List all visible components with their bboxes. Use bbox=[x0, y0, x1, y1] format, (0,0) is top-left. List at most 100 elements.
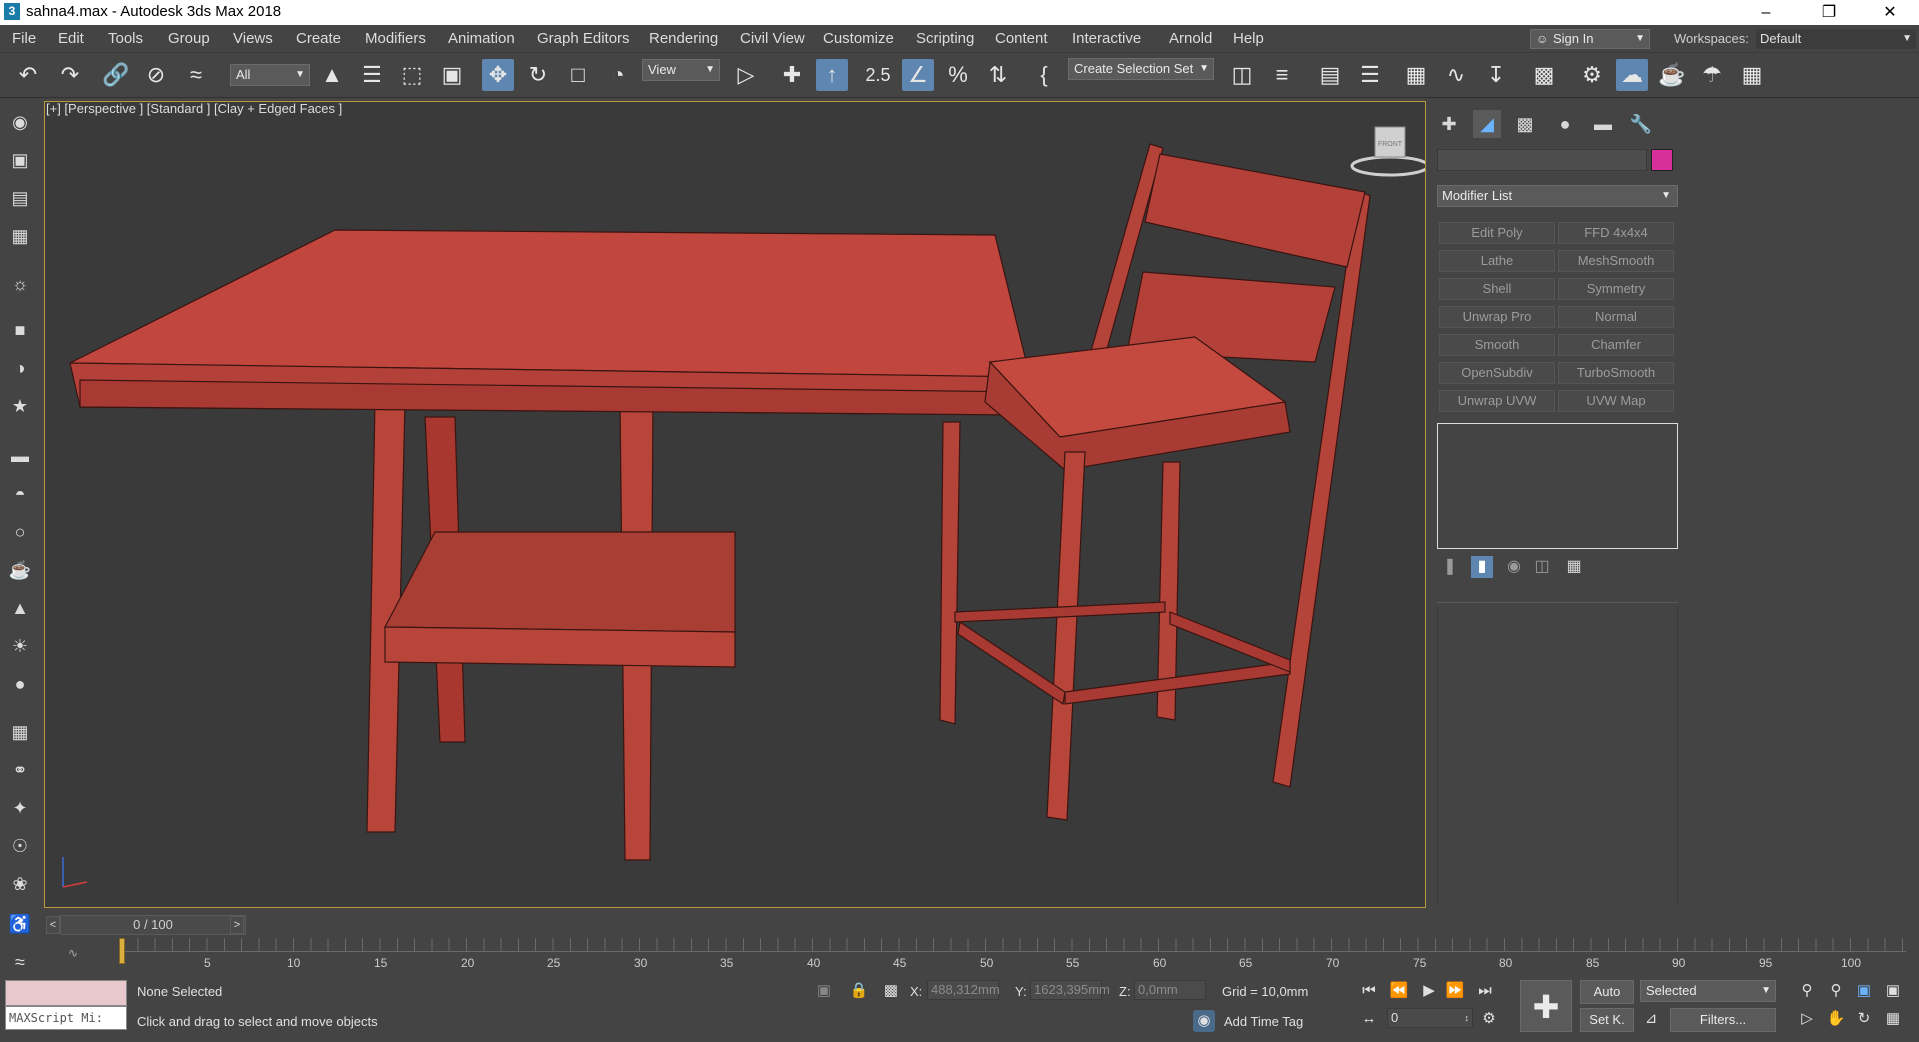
absolute-mode-icon[interactable]: ▩ bbox=[880, 980, 902, 1002]
object-color-swatch[interactable] bbox=[1651, 149, 1673, 171]
go-to-end-icon[interactable]: ⏭ bbox=[1474, 980, 1496, 1002]
menu-graph-editors[interactable]: Graph Editors bbox=[537, 30, 630, 47]
cone-icon[interactable]: ▲ bbox=[6, 594, 34, 622]
helper-icon[interactable]: ◑ bbox=[6, 354, 34, 382]
particle-icon[interactable]: ★ bbox=[6, 392, 34, 420]
rendered-frame-window-icon[interactable]: ☁ bbox=[1616, 59, 1648, 91]
select-and-rotate-icon[interactable]: ↻ bbox=[522, 59, 554, 91]
select-and-move-icon[interactable]: ✥ bbox=[482, 59, 514, 91]
maxscript-listener-top[interactable] bbox=[5, 980, 127, 1006]
modifier-button-normal[interactable]: Normal bbox=[1558, 306, 1674, 328]
undo-icon[interactable]: ↶ bbox=[12, 59, 44, 91]
selection-filter-dropdown[interactable]: All ▼ bbox=[230, 64, 310, 86]
plant-icon[interactable]: ❀ bbox=[6, 870, 34, 898]
document-icon[interactable]: ▤ bbox=[6, 184, 34, 212]
pivot-center-icon[interactable]: ▷ bbox=[730, 59, 762, 91]
time-slider[interactable]: 0 / 100 bbox=[60, 915, 246, 935]
motion-tab-icon[interactable]: ● bbox=[1551, 110, 1579, 138]
selection-lock-icon[interactable]: ↑ bbox=[816, 59, 848, 91]
modifier-button-unwrap-uvw[interactable]: Unwrap UVW bbox=[1439, 390, 1555, 412]
modifier-button-unwrap-pro[interactable]: Unwrap Pro bbox=[1439, 306, 1555, 328]
modifier-button-ffd[interactable]: FFD 4x4x4 bbox=[1558, 222, 1674, 244]
modifier-button-opensubdiv[interactable]: OpenSubdiv bbox=[1439, 362, 1555, 384]
menu-file[interactable]: File bbox=[12, 30, 36, 47]
keyboard-shortcut-override-icon[interactable]: ✚ bbox=[776, 59, 808, 91]
mirror-icon[interactable]: ◫ bbox=[1226, 59, 1258, 91]
perspective-viewport[interactable]: FRONT bbox=[44, 101, 1426, 908]
menu-scripting[interactable]: Scripting bbox=[916, 30, 974, 47]
mesh-icon[interactable]: ▦ bbox=[6, 718, 34, 746]
select-and-scale-icon[interactable]: □ bbox=[562, 59, 594, 91]
hemisphere-icon[interactable]: ◓ bbox=[6, 480, 34, 508]
hierarchy-tab-icon[interactable]: ▩ bbox=[1511, 110, 1539, 138]
link-icon[interactable]: 🔗 bbox=[100, 59, 132, 91]
auto-key-button[interactable]: Auto bbox=[1580, 980, 1634, 1004]
next-frame-button[interactable]: > bbox=[230, 916, 244, 934]
modify-tab-icon[interactable]: ◢ bbox=[1473, 110, 1501, 138]
object-name-field[interactable] bbox=[1437, 149, 1647, 171]
window-crossing-icon[interactable]: ▣ bbox=[436, 59, 468, 91]
curve-editor-icon[interactable]: ∿ bbox=[1440, 59, 1472, 91]
key-filter-selected-dropdown[interactable]: Selected ▼ bbox=[1640, 980, 1776, 1002]
modifier-button-edit-poly[interactable]: Edit Poly bbox=[1439, 222, 1555, 244]
bind-space-warp-icon[interactable]: ≈ bbox=[180, 59, 212, 91]
menu-interactive[interactable]: Interactive bbox=[1072, 30, 1141, 47]
modifier-button-shell[interactable]: Shell bbox=[1439, 278, 1555, 300]
wireframe-icon[interactable]: ✦ bbox=[6, 794, 34, 822]
modifier-button-lathe[interactable]: Lathe bbox=[1439, 250, 1555, 272]
spinner-icon[interactable]: ↕ bbox=[1465, 1009, 1470, 1027]
redo-icon[interactable]: ↷ bbox=[54, 59, 86, 91]
workspace-dropdown[interactable]: Default ▼ bbox=[1756, 29, 1916, 49]
plane-icon[interactable]: ▬ bbox=[6, 442, 34, 470]
render-setup-icon[interactable]: ⚙ bbox=[1576, 59, 1608, 91]
menu-rendering[interactable]: Rendering bbox=[649, 30, 718, 47]
grid-icon[interactable]: ▦ bbox=[6, 222, 34, 250]
angle-snap-icon[interactable]: ∠ bbox=[902, 59, 934, 91]
close-button[interactable]: ✕ bbox=[1867, 0, 1913, 25]
isolate-selection-icon[interactable]: ▣ bbox=[813, 980, 835, 1002]
menu-content[interactable]: Content bbox=[995, 30, 1048, 47]
modifier-list-dropdown[interactable]: Modifier List ▼ bbox=[1437, 185, 1678, 207]
modifier-button-smooth[interactable]: Smooth bbox=[1439, 334, 1555, 356]
render-production-icon[interactable]: ☕ bbox=[1656, 59, 1688, 91]
render-iterative-icon[interactable]: ☂ bbox=[1696, 59, 1728, 91]
walk-icon[interactable]: ♿ bbox=[6, 910, 34, 938]
menu-create[interactable]: Create bbox=[296, 30, 341, 47]
zoom-extents-icon[interactable]: ▣ bbox=[1853, 980, 1875, 1002]
x-coordinate-field[interactable]: 488,312mm bbox=[927, 980, 1000, 1000]
menu-animation[interactable]: Animation bbox=[448, 30, 515, 47]
time-tag-icon[interactable]: ◉ bbox=[1193, 1010, 1215, 1032]
show-end-result-icon[interactable]: ▮ bbox=[1471, 556, 1493, 578]
prev-frame-button[interactable]: < bbox=[46, 916, 60, 934]
sun-icon[interactable]: ☀ bbox=[6, 632, 34, 660]
add-time-tag[interactable]: Add Time Tag bbox=[1224, 1014, 1303, 1029]
maximize-button[interactable]: ❐ bbox=[1806, 0, 1852, 25]
select-by-name-icon[interactable]: ☰ bbox=[356, 59, 388, 91]
maxscript-input[interactable]: MAXScript Mi: bbox=[5, 1006, 127, 1030]
layer-explorer-icon[interactable]: ☰ bbox=[1354, 59, 1386, 91]
viewport-icon[interactable]: ◉ bbox=[6, 108, 34, 136]
rectangular-selection-icon[interactable]: ⬚ bbox=[396, 59, 428, 91]
play-icon[interactable]: ▶ bbox=[1418, 980, 1440, 1002]
menu-views[interactable]: Views bbox=[233, 30, 273, 47]
track-bar[interactable]: ∿ 5 10 15 20 25 30 35 40 45 50 55 60 65 … bbox=[44, 938, 1919, 970]
field-of-view-icon[interactable]: ▷ bbox=[1796, 1008, 1818, 1030]
set-key-button[interactable]: Set K. bbox=[1580, 1008, 1634, 1032]
make-unique-icon[interactable]: ◉ bbox=[1503, 556, 1525, 578]
go-to-start-icon[interactable]: ⏮ bbox=[1358, 980, 1380, 1002]
select-object-icon[interactable]: ▲ bbox=[316, 59, 348, 91]
modifier-button-uvw-map[interactable]: UVW Map bbox=[1558, 390, 1674, 412]
remove-modifier-icon[interactable]: ◫ bbox=[1531, 556, 1553, 578]
zoom-all-icon[interactable]: ⚲ bbox=[1825, 980, 1847, 1002]
unlink-icon[interactable]: ⊘ bbox=[140, 59, 172, 91]
zoom-icon[interactable]: ⚲ bbox=[1796, 980, 1818, 1002]
reference-coordinate-dropdown[interactable]: View ▼ bbox=[642, 59, 720, 81]
utilities-tab-icon[interactable]: 🔧 bbox=[1627, 110, 1655, 138]
menu-tools[interactable]: Tools bbox=[108, 30, 143, 47]
light-icon[interactable]: ☼ bbox=[6, 270, 34, 298]
render-cloud-icon[interactable]: ▦ bbox=[1736, 59, 1768, 91]
maximize-viewport-icon[interactable]: ▦ bbox=[1882, 1008, 1904, 1030]
globe-icon[interactable]: ☉ bbox=[6, 832, 34, 860]
ribbon-icon[interactable]: ▦ bbox=[1400, 59, 1432, 91]
zoom-extents-all-icon[interactable]: ▣ bbox=[1882, 980, 1904, 1002]
